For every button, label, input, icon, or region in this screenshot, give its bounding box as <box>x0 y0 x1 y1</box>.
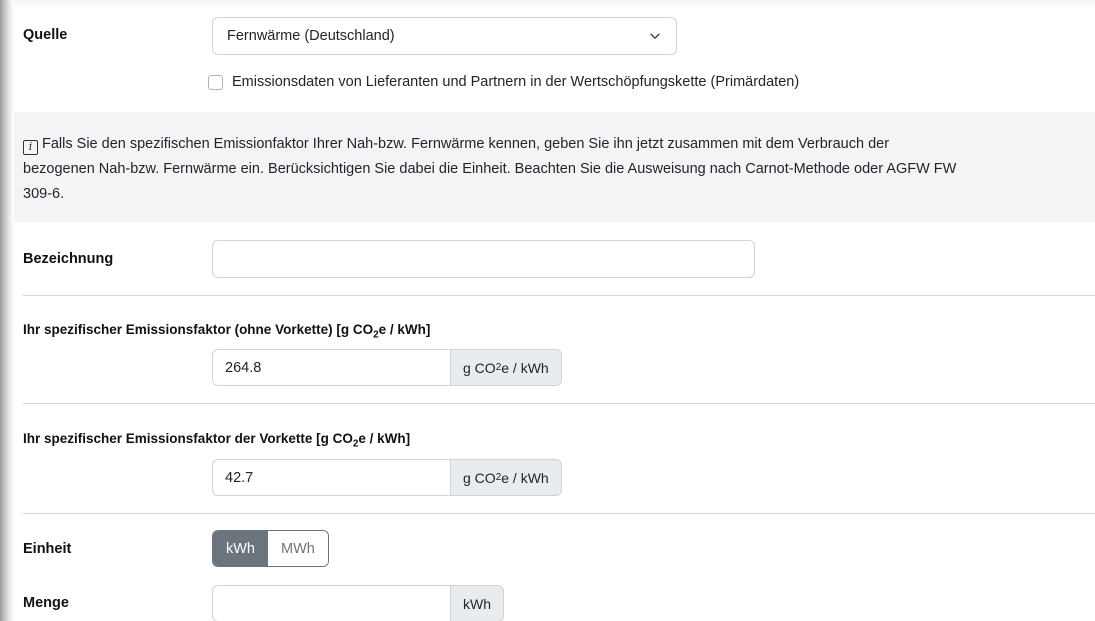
primary-data-label[interactable]: Emissionsdaten von Lieferanten und Partn… <box>232 74 799 90</box>
amount-group: kWh <box>212 585 504 621</box>
divider <box>23 403 1095 404</box>
form-panel: Quelle Fernwärme (Deutschland) Emissions… <box>14 0 1095 621</box>
info-text-1: Falls Sie den spezifischen Emissionfakto… <box>42 136 890 152</box>
source-select-value: Fernwärme (Deutschland) <box>227 28 395 44</box>
unit-toggle: kWh MWh <box>212 530 329 567</box>
info-line-1: i Falls Sie den spezifischen Emissionfakt… <box>23 132 1086 157</box>
unit-label: Einheit <box>23 541 72 557</box>
info-line-3: 309-6. <box>23 186 65 202</box>
info-line-2: bezogenen Nah-bzw. Fernwärme ein. Berück… <box>23 161 957 177</box>
divider <box>23 513 1095 514</box>
primary-data-checkbox[interactable] <box>208 74 223 90</box>
info-box: i Falls Sie den spezifischen Emissionfakt… <box>14 112 1095 222</box>
designation-label: Bezeichnung <box>23 251 114 267</box>
page-edge-shadow <box>0 0 14 621</box>
divider <box>23 295 1095 296</box>
unit-option-mwh[interactable]: MWh <box>268 531 328 566</box>
amount-unit: kWh <box>450 585 504 621</box>
amount-label: Menge <box>23 595 69 611</box>
factor-upstream-unit: g CO 2 e / kWh <box>450 459 562 496</box>
factor-direct-input[interactable]: 264.8 <box>212 349 450 386</box>
info-icon: i <box>23 140 38 155</box>
factor-direct-group: 264.8 g CO 2 e / kWh <box>212 349 562 386</box>
amount-input[interactable] <box>212 585 450 621</box>
source-label: Quelle <box>23 27 68 43</box>
factor-upstream-group: 42.7 g CO 2 e / kWh <box>212 459 562 496</box>
unit-option-kwh[interactable]: kWh <box>213 531 268 566</box>
factor-upstream-input[interactable]: 42.7 <box>212 459 450 496</box>
factor-direct-unit: g CO 2 e / kWh <box>450 349 562 386</box>
source-select[interactable]: Fernwärme (Deutschland) <box>212 17 677 55</box>
factor-direct-label: Ihr spezifischer Emissionsfaktor (ohne V… <box>23 322 431 341</box>
factor-upstream-label: Ihr spezifischer Emissionsfaktor der Vor… <box>23 431 411 450</box>
chevron-down-icon <box>650 33 660 39</box>
primary-data-row: Emissionsdaten von Lieferanten und Partn… <box>208 74 799 90</box>
designation-input[interactable] <box>212 240 755 278</box>
